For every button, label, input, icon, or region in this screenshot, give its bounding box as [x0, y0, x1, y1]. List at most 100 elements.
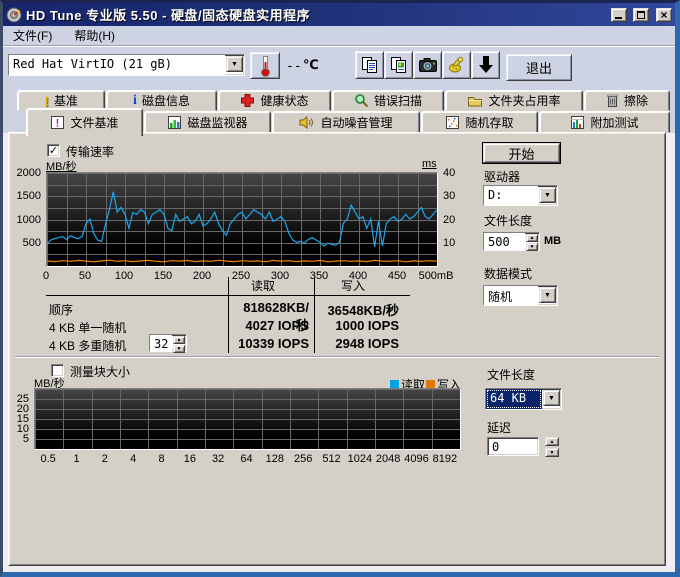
table-row-read: 4027 IOPS	[231, 318, 309, 333]
queue-depth-down-button[interactable]: ▼	[173, 345, 185, 353]
minimize-icon	[615, 17, 622, 19]
minimize-button[interactable]	[611, 8, 627, 22]
tab-health[interactable]: 健康状态	[218, 90, 331, 111]
table-row-label: 4 KB 多重随机	[49, 337, 126, 354]
drive-select-value: Red Hat VirtIO (21 gB)	[9, 55, 225, 75]
thermometer-icon	[259, 55, 271, 77]
y-right-axis-title: ms	[422, 158, 437, 170]
x-tick-label: 64	[240, 453, 252, 465]
title-bar[interactable]: HD Tune 专业版 5.50 - 硬盘/固态硬盘实用程序 ×	[3, 3, 675, 26]
copy-text-icon	[360, 56, 379, 75]
y-tick-label: 2000	[17, 167, 41, 179]
copy-screenshot-button[interactable]	[384, 51, 413, 79]
file-length-unit: MB	[544, 235, 561, 247]
table-header-rule	[46, 295, 410, 296]
delay-label: 延迟	[487, 419, 511, 436]
x-tick-label: 8	[158, 453, 164, 465]
drive-dropdown[interactable]: D: ▼	[483, 185, 558, 206]
file-length-down-button[interactable]: ▼	[526, 243, 538, 251]
x-tick-label: 450	[388, 270, 406, 282]
app-window: HD Tune 专业版 5.50 - 硬盘/固态硬盘实用程序 × 文件(F) 帮…	[0, 0, 680, 577]
tab-extra-tests[interactable]: 附加测试	[539, 111, 670, 133]
extra-tests-icon	[570, 115, 585, 130]
tab-erase[interactable]: 擦除	[584, 90, 670, 111]
copy-text-button[interactable]	[355, 51, 384, 79]
queue-depth-spinner[interactable]: 32 ▲ ▼	[149, 334, 187, 352]
x-tick-label: 256	[294, 453, 312, 465]
delay-up-button[interactable]: ▲	[545, 437, 559, 446]
table-row-label: 4 KB 单一随机	[49, 319, 126, 336]
tab-label: 附加测试	[590, 114, 638, 131]
data-mode-dropdown[interactable]: 随机 ▼	[483, 285, 558, 306]
x-tick-label: 100	[115, 270, 133, 282]
drive-select[interactable]: Red Hat VirtIO (21 gB) ▼	[8, 54, 245, 76]
close-button[interactable]: ×	[656, 8, 672, 22]
block-file-length-value: 64 KB	[486, 389, 542, 409]
temperature-value: --	[286, 59, 302, 74]
tab-random-access[interactable]: 随机存取	[421, 111, 538, 133]
delay-input[interactable]: 0	[487, 437, 539, 456]
table-divider-1	[228, 277, 229, 353]
x-tick-label: 2	[102, 453, 108, 465]
folder-icon	[467, 94, 483, 108]
y-tick-label: 10	[443, 237, 455, 249]
table-row-write: 2948 IOPS	[319, 336, 399, 351]
tab-disk-monitor[interactable]: 磁盘监视器	[144, 111, 271, 133]
data-mode-value: 随机	[484, 286, 538, 305]
save-results-button[interactable]	[471, 51, 500, 79]
tab-aam[interactable]: 自动噪音管理	[272, 111, 420, 133]
save-screenshot-button[interactable]	[413, 51, 442, 79]
x-tick-label: 150	[154, 270, 172, 282]
drive-dropdown-value: D:	[484, 186, 538, 205]
tab-label: 文件基准	[70, 114, 118, 131]
temperature-unit: ℃	[303, 57, 319, 73]
delay-down-button[interactable]: ▼	[545, 448, 559, 457]
speaker-icon	[299, 115, 315, 130]
table-col-write: 写入	[329, 277, 377, 294]
drive-select-arrow-button[interactable]: ▼	[226, 56, 243, 72]
menu-bar: 文件(F) 帮助(H)	[3, 26, 675, 45]
x-tick-label: 350	[310, 270, 328, 282]
block-file-length-arrow-button[interactable]: ▼	[543, 390, 560, 406]
start-button[interactable]: 开始	[483, 143, 560, 163]
x-tick-label: 500mB	[419, 270, 454, 282]
bar-chart-icon	[167, 115, 182, 130]
maximize-icon	[637, 11, 645, 19]
table-row-read: 10339 IOPS	[231, 336, 309, 351]
tab-folder-usage[interactable]: 文件夹占用率	[445, 90, 583, 111]
maximize-button[interactable]	[633, 8, 649, 22]
exit-button[interactable]: 退出	[506, 54, 572, 81]
svg-text:!: !	[56, 118, 60, 130]
queue-depth-value: 32	[150, 335, 172, 351]
menu-file[interactable]: 文件(F)	[11, 26, 54, 45]
data-mode-arrow-button[interactable]: ▼	[539, 287, 556, 303]
options-button[interactable]	[442, 51, 471, 79]
tab-file-benchmark[interactable]: ! 文件基准	[26, 108, 143, 136]
down-arrow-icon	[478, 55, 494, 75]
drive-dropdown-arrow-button[interactable]: ▼	[539, 187, 556, 203]
block-size-label: 测量块大小	[70, 363, 130, 380]
tab-error-scan[interactable]: 错误扫描	[332, 90, 444, 111]
file-benchmark-icon: !	[50, 115, 65, 130]
tab-label: 健康状态	[260, 92, 308, 109]
x-tick-label: 512	[322, 453, 340, 465]
y-left-ticks: 200015001000500	[9, 172, 43, 265]
trash-icon	[606, 93, 619, 108]
queue-depth-up-button[interactable]: ▲	[173, 336, 185, 344]
temperature-button[interactable]	[250, 52, 280, 79]
app-icon	[6, 7, 22, 23]
menu-help[interactable]: 帮助(H)	[72, 26, 117, 45]
x-tick-label: 128	[266, 453, 284, 465]
table-col-read: 读取	[239, 277, 287, 294]
block-file-length-dropdown[interactable]: 64 KB ▼	[485, 388, 562, 410]
close-icon: ×	[660, 8, 667, 22]
y-tick-label: 40	[443, 167, 455, 179]
tab-label: 自动噪音管理	[320, 114, 392, 131]
y-right-ticks: 40302010	[441, 172, 471, 265]
tools-icon	[447, 55, 467, 75]
file-length-spinner[interactable]: 500 ▲ ▼	[483, 232, 540, 251]
file-length-up-button[interactable]: ▲	[526, 234, 538, 242]
transfer-rate-checkbox[interactable]: ✓	[47, 144, 60, 157]
block-file-length-label: 文件长度	[487, 366, 535, 383]
magnifier-icon	[354, 93, 369, 108]
